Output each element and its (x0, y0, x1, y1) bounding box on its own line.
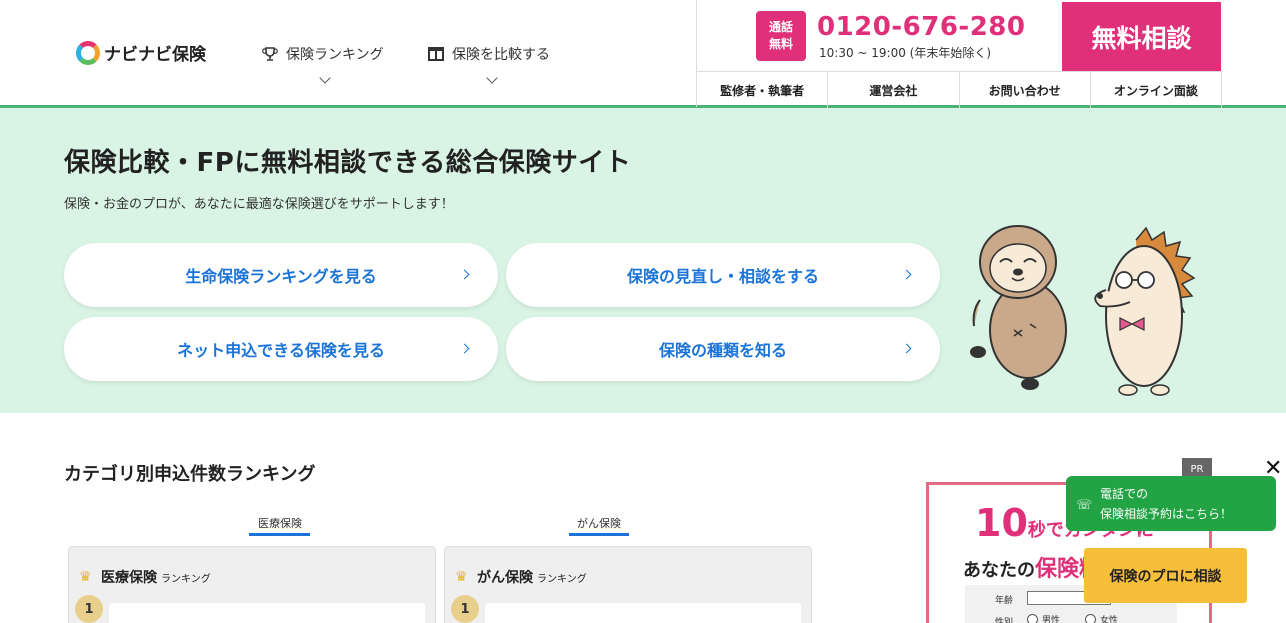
gender-label: 性別 (995, 618, 1014, 623)
ranking-item[interactable] (109, 603, 425, 623)
chevron-right-icon (459, 343, 470, 354)
hedgehog-mascot-icon (1094, 226, 1196, 396)
tab-active-indicator (569, 533, 629, 536)
sloth-mascot-icon (970, 225, 1067, 390)
trophy-icon (262, 47, 278, 61)
chevron-right-icon (459, 269, 470, 280)
logo-icon (76, 40, 100, 65)
badge-line2: 無料 (768, 37, 793, 51)
review-consult-button[interactable]: 保険の見直し・相談をする (506, 243, 940, 307)
tab-cancer-insurance[interactable]: がん保険 (569, 515, 629, 531)
online-apply-insurance-button[interactable]: ネット申込できる保険を見る (64, 317, 498, 381)
tab-active-indicator (249, 533, 310, 536)
rank-number-badge: 1 (75, 595, 103, 623)
phone-icon: ☏ (1076, 498, 1093, 513)
chevron-right-icon (901, 343, 912, 354)
rank-number-badge: 1 (451, 595, 479, 623)
male-label: 男性 (1042, 616, 1061, 623)
tab-medical-insurance[interactable]: 医療保険 (250, 515, 310, 531)
medical-ranking-card: ♛ 医療保険 ランキング 1 (68, 546, 436, 623)
subnav-item-supervisors[interactable]: 監修者・執筆者 (697, 72, 829, 108)
badge-line1: 通話 (768, 20, 793, 34)
crown-icon: ♛ (79, 569, 92, 585)
nav-compare-insurance[interactable]: 保険を比較する (428, 44, 550, 64)
ad-subheadline: あなたの保険料 (963, 551, 1101, 583)
button-label: 保険の種類を知る (658, 341, 787, 360)
chevron-down-icon[interactable] (319, 72, 331, 84)
consult-pro-button[interactable]: 保険のプロに相談 (1084, 548, 1247, 603)
card-title: 医療保険 ランキング (101, 567, 211, 587)
female-radio[interactable]: 女性 (1085, 613, 1118, 623)
subnav-item-contact[interactable]: お問い合わせ (960, 72, 1091, 108)
sub-navigation: 監修者・執筆者 運営会社 お問い合わせ オンライン面談 (696, 71, 1222, 108)
life-insurance-ranking-button[interactable]: 生命保険ランキングを見る (64, 243, 498, 307)
button-label: ネット申込できる保険を見る (177, 341, 385, 360)
nav-compare-label: 保険を比較する (452, 47, 550, 63)
logo[interactable]: ナビナビ保険 (76, 40, 206, 65)
ad-line2-prefix: あなたの (963, 560, 1035, 581)
radio-icon (1027, 614, 1038, 623)
free-call-badge: 通話 無料 (756, 11, 806, 61)
button-label: 生命保険ランキングを見る (185, 267, 377, 286)
male-radio[interactable]: 男性 (1027, 613, 1060, 623)
radio-icon (1085, 614, 1096, 623)
chevron-down-icon[interactable] (486, 72, 498, 84)
card-title-main: がん保険 (477, 570, 533, 586)
nav-insurance-ranking[interactable]: 保険ランキング (262, 44, 384, 64)
nav-ranking-label: 保険ランキング (286, 47, 384, 63)
phone-line1: 電話での (1100, 487, 1149, 501)
button-label: 保険の見直し・相談をする (626, 267, 819, 286)
subnav-item-company[interactable]: 運営会社 (828, 72, 960, 108)
female-label: 女性 (1100, 616, 1119, 623)
logo-text: ナビナビ保険 (104, 45, 206, 65)
phone-reservation-button[interactable]: ☏ 電話での 保険相談予約はこちら！ (1066, 476, 1276, 531)
cancer-ranking-card: ♛ がん保険 ランキング 1 (444, 546, 812, 623)
hero-title: 保険比較・FPに無料相談できる総合保険サイト (64, 148, 632, 178)
subnav-item-online-meeting[interactable]: オンライン面談 (1091, 72, 1222, 108)
card-title: がん保険 ランキング (477, 567, 587, 587)
page: ナビナビ保険 保険ランキング 保険を比較する 通話 無料 0120-676-28… (0, 0, 1286, 623)
contact-block: 通話 無料 0120-676-280 10:30 ~ 19:00 (年末年始除く… (696, 0, 1062, 71)
phone-number[interactable]: 0120-676-280 (817, 12, 1026, 42)
business-hours: 10:30 ~ 19:00 (年末年始除く) (819, 46, 992, 60)
card-title-suffix: ランキング (537, 574, 587, 585)
ranking-item[interactable] (485, 603, 801, 623)
ranking-section-title: カテゴリ別申込件数ランキング (64, 464, 316, 485)
insurance-types-button[interactable]: 保険の種類を知る (506, 317, 940, 381)
card-title-main: 医療保険 (101, 570, 157, 586)
chevron-right-icon (901, 269, 912, 280)
card-title-suffix: ランキング (161, 574, 211, 585)
ad-headline-number: 10 (975, 501, 1028, 545)
free-consultation-button[interactable]: 無料相談 (1062, 2, 1221, 71)
hero-subtitle: 保険・お金のプロが、あなたに最適な保険選びをサポートします！ (64, 197, 454, 212)
mascot-illustration (970, 225, 1196, 396)
age-label: 年齢 (995, 596, 1014, 606)
table-icon (428, 47, 444, 61)
crown-icon: ♛ (455, 569, 468, 585)
phone-line2: 保険相談予約はこちら！ (1100, 507, 1233, 521)
site-header: ナビナビ保険 保険ランキング 保険を比較する 通話 無料 0120-676-28… (0, 0, 1286, 108)
